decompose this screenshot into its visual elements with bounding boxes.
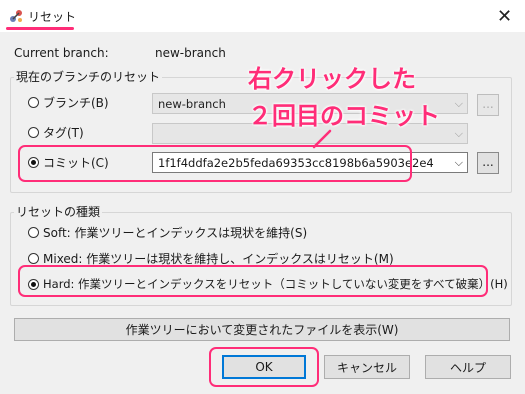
soft-radio[interactable] [28, 227, 39, 238]
hard-option-highlight [18, 265, 488, 297]
mixed-radio[interactable] [28, 253, 39, 264]
reset-type-group-title: リセットの種類 [14, 203, 103, 220]
show-changed-files-button[interactable]: 作業ツリーにおいて変更されたファイルを表示(W) [14, 318, 510, 341]
cancel-button[interactable]: キャンセル [324, 355, 410, 379]
ok-button-highlight [209, 347, 319, 387]
soft-radio-label: Soft: 作業ツリーとインデックスは現状を維持(S) [43, 226, 308, 240]
help-button[interactable]: ヘルプ [425, 355, 511, 379]
